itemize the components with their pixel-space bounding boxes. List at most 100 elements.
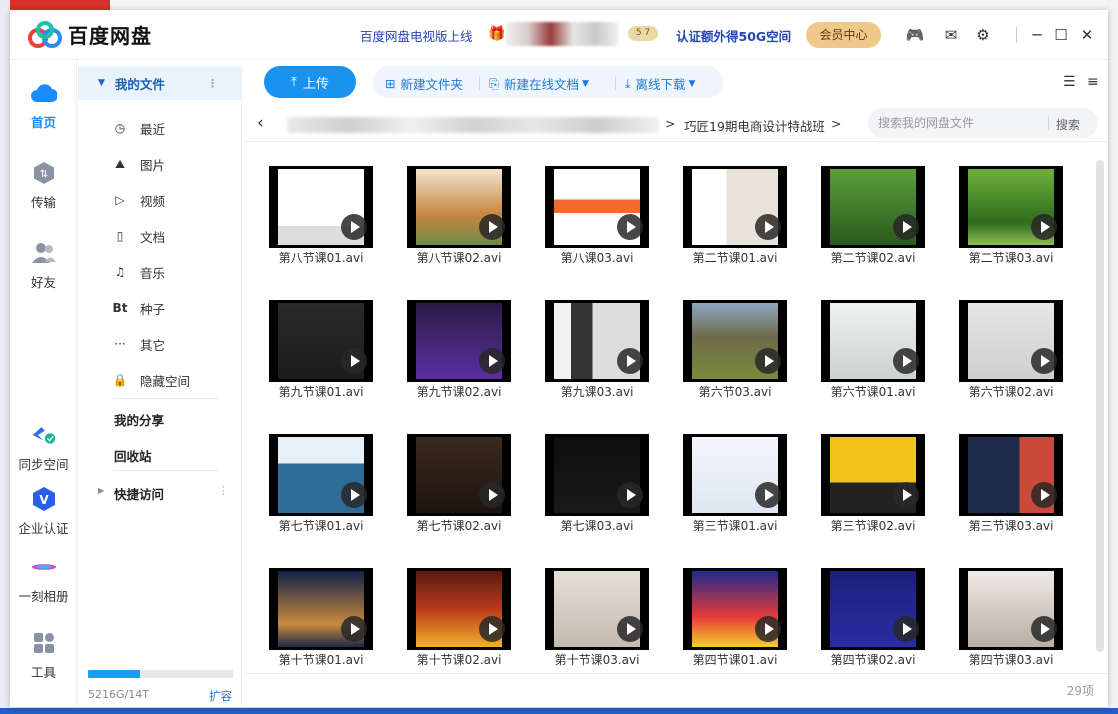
- file-tile[interactable]: 第七节课02.avi: [381, 427, 511, 551]
- video-thumbnail[interactable]: [821, 300, 925, 382]
- play-icon[interactable]: [755, 616, 781, 642]
- video-thumbnail[interactable]: [269, 434, 373, 516]
- nav-item-videos[interactable]: ▷ 视频: [78, 182, 242, 218]
- video-thumbnail[interactable]: [683, 568, 787, 650]
- search-input[interactable]: [872, 108, 1044, 138]
- file-tile[interactable]: 第四节课03.avi: [933, 561, 1063, 685]
- game-controller-icon[interactable]: 🎮: [904, 24, 926, 46]
- file-tile[interactable]: 第四节课02.avi: [795, 561, 925, 685]
- nav-item-hidden-space[interactable]: 🔒 隐藏空间: [78, 362, 242, 398]
- file-tile[interactable]: 第三节课01.avi: [657, 427, 787, 551]
- file-tile[interactable]: 第八节课02.avi: [381, 159, 511, 283]
- play-icon[interactable]: [479, 616, 505, 642]
- nav-item-images[interactable]: ⛰ 图片: [78, 146, 242, 182]
- nav-my-files[interactable]: ▼ 我的文件 ⋮: [78, 66, 242, 100]
- play-icon[interactable]: [617, 616, 643, 642]
- sort-icon[interactable]: ☰: [1063, 74, 1076, 90]
- nav-quick-access[interactable]: 快捷访问: [114, 484, 164, 503]
- file-tile[interactable]: 第四节课01.avi: [657, 561, 787, 685]
- breadcrumb-current[interactable]: 巧匠19期电商设计特战班: [684, 116, 825, 135]
- tv-version-link[interactable]: 百度网盘电视版上线: [360, 26, 473, 45]
- video-thumbnail[interactable]: [683, 300, 787, 382]
- rail-item-home[interactable]: 首页: [10, 80, 77, 131]
- close-icon[interactable]: ✕: [1076, 24, 1098, 46]
- nav-item-docs[interactable]: ▯ 文档: [78, 218, 242, 254]
- search-button[interactable]: 搜索: [1056, 116, 1080, 133]
- play-icon[interactable]: [755, 482, 781, 508]
- video-thumbnail[interactable]: [959, 300, 1063, 382]
- play-icon[interactable]: [1031, 214, 1057, 240]
- file-tile[interactable]: 第七节课01.avi: [243, 427, 373, 551]
- file-tile[interactable]: 第九节课01.avi: [243, 293, 373, 417]
- play-icon[interactable]: [1031, 348, 1057, 374]
- settings-icon[interactable]: ⚙: [972, 24, 994, 46]
- play-icon[interactable]: [617, 482, 643, 508]
- file-tile[interactable]: 第三节课02.avi: [795, 427, 925, 551]
- rail-item-friends[interactable]: 好友: [10, 240, 77, 291]
- video-thumbnail[interactable]: [545, 166, 649, 248]
- caret-right-icon[interactable]: ▶: [98, 486, 104, 495]
- play-icon[interactable]: [1031, 616, 1057, 642]
- file-tile[interactable]: 第八课03.avi: [519, 159, 649, 283]
- user-name-blurred[interactable]: [506, 22, 618, 46]
- offline-download-button[interactable]: ⤓ 离线下载 ▼: [625, 74, 695, 93]
- new-online-doc-button[interactable]: ⎘ 新建在线文档 ▼: [489, 74, 589, 93]
- file-tile[interactable]: 第九节课02.avi: [381, 293, 511, 417]
- nav-item-torrent[interactable]: Bt 种子: [78, 290, 242, 326]
- video-thumbnail[interactable]: [545, 568, 649, 650]
- file-tile[interactable]: 第十节课02.avi: [381, 561, 511, 685]
- video-thumbnail[interactable]: [269, 300, 373, 382]
- upload-button[interactable]: ⤒ 上传: [264, 66, 356, 98]
- expand-storage-link[interactable]: 扩容: [209, 688, 232, 704]
- rail-item-enterprise[interactable]: V 企业认证: [10, 486, 77, 537]
- more-dots-icon[interactable]: ⋮: [218, 484, 229, 497]
- video-thumbnail[interactable]: [959, 166, 1063, 248]
- new-folder-button[interactable]: ⊞ 新建文件夹: [385, 74, 463, 93]
- play-icon[interactable]: [755, 214, 781, 240]
- file-tile[interactable]: 第二节课02.avi: [795, 159, 925, 283]
- play-icon[interactable]: [341, 482, 367, 508]
- back-chevron-icon[interactable]: ‹: [257, 113, 264, 133]
- play-icon[interactable]: [893, 214, 919, 240]
- file-tile[interactable]: 第六节03.avi: [657, 293, 787, 417]
- video-thumbnail[interactable]: [959, 568, 1063, 650]
- video-thumbnail[interactable]: [407, 434, 511, 516]
- list-view-icon[interactable]: ≡: [1087, 74, 1099, 90]
- file-tile[interactable]: 第六节课02.avi: [933, 293, 1063, 417]
- play-icon[interactable]: [1031, 482, 1057, 508]
- play-icon[interactable]: [893, 616, 919, 642]
- video-thumbnail[interactable]: [821, 568, 925, 650]
- maximize-icon[interactable]: ☐: [1050, 24, 1072, 46]
- play-icon[interactable]: [479, 348, 505, 374]
- rail-item-sync-space[interactable]: 同步空间: [10, 422, 77, 473]
- minimize-icon[interactable]: ─: [1026, 24, 1048, 46]
- nav-item-other[interactable]: ··· 其它: [78, 326, 242, 362]
- play-icon[interactable]: [341, 214, 367, 240]
- video-thumbnail[interactable]: [407, 166, 511, 248]
- video-thumbnail[interactable]: [683, 434, 787, 516]
- play-icon[interactable]: [617, 348, 643, 374]
- nav-recycle-bin[interactable]: 回收站: [114, 446, 152, 465]
- file-tile[interactable]: 第二节课03.avi: [933, 159, 1063, 283]
- play-icon[interactable]: [755, 348, 781, 374]
- file-tile[interactable]: 第九课03.avi: [519, 293, 649, 417]
- file-tile[interactable]: 第七课03.avi: [519, 427, 649, 551]
- scrollbar[interactable]: [1096, 160, 1104, 652]
- verify-bonus-link[interactable]: 认证额外得50G空间: [676, 26, 791, 45]
- play-icon[interactable]: [341, 616, 367, 642]
- video-thumbnail[interactable]: [821, 166, 925, 248]
- rail-item-album[interactable]: 一刻相册: [10, 554, 77, 605]
- play-icon[interactable]: [341, 348, 367, 374]
- rail-item-tools[interactable]: 工具: [10, 630, 77, 681]
- mail-icon[interactable]: ✉: [940, 24, 962, 46]
- play-icon[interactable]: [479, 482, 505, 508]
- file-tile[interactable]: 第三节课03.avi: [933, 427, 1063, 551]
- nav-item-music[interactable]: ♫ 音乐: [78, 254, 242, 290]
- video-thumbnail[interactable]: [545, 434, 649, 516]
- video-thumbnail[interactable]: [269, 166, 373, 248]
- video-thumbnail[interactable]: [269, 568, 373, 650]
- vip-center-button[interactable]: 会员中心: [806, 22, 881, 48]
- video-thumbnail[interactable]: [407, 300, 511, 382]
- file-tile[interactable]: 第十节课01.avi: [243, 561, 373, 685]
- nav-item-recent[interactable]: ◷ 最近: [78, 110, 242, 146]
